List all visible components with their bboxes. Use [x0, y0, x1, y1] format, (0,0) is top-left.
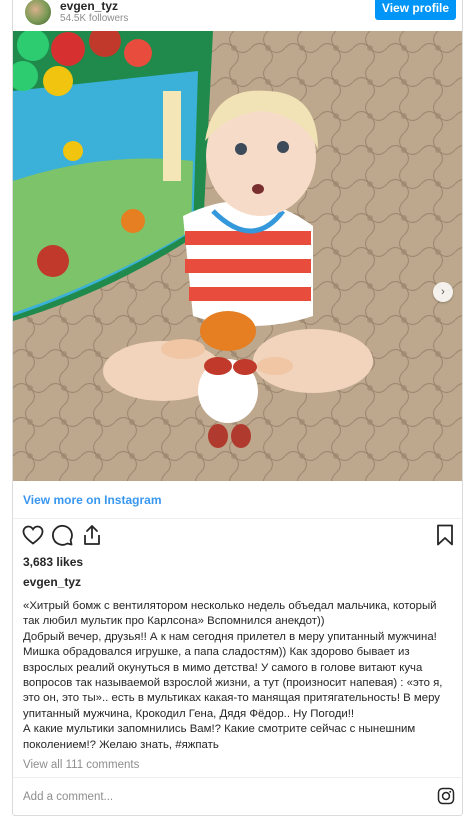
instagram-embed-card: evgen_tyz 54.5K followers View profile ›…: [12, 0, 463, 816]
bookmark-icon[interactable]: [433, 523, 457, 547]
comment-icon[interactable]: [50, 523, 74, 547]
caption-line: Мишка обрадовался игрушке, а папа сладос…: [23, 646, 410, 659]
follower-count: 54.5K followers: [60, 13, 129, 24]
instagram-logo-icon[interactable]: [437, 787, 455, 805]
avatar[interactable]: [25, 0, 51, 25]
view-all-comments-link[interactable]: View all 111 comments: [23, 759, 139, 771]
caption-line: Добрый вечер, друзья!! А к нам сегодня п…: [23, 630, 437, 643]
heart-icon[interactable]: [21, 523, 45, 547]
caption-line: это он, это ты».. есть в мультиках какая…: [23, 692, 441, 705]
post-photo[interactable]: ›: [13, 31, 462, 481]
share-icon[interactable]: [80, 523, 104, 547]
carousel-next-button[interactable]: ›: [433, 282, 453, 302]
comment-bar: [13, 777, 462, 815]
like-count[interactable]: 3,683 likes: [23, 555, 83, 569]
add-comment-input[interactable]: [23, 789, 403, 805]
caption-text: «Хитрый бомж с вентилятором несколько не…: [23, 599, 455, 753]
view-profile-button[interactable]: View profile: [375, 0, 456, 20]
caption-line: «Хитрый бомж с вентилятором несколько не…: [23, 600, 437, 612]
username[interactable]: evgen_tyz: [60, 0, 118, 13]
post-header: evgen_tyz 54.5K followers View profile: [13, 0, 462, 29]
caption-line: вопросов так называемой взрослой жизни, …: [23, 677, 443, 690]
caption-line: А какие мультики запомнились Вам!? Какие…: [23, 723, 416, 736]
photo-image: [13, 31, 462, 481]
caption-line: так любил мультик про Карлсона» Вспомнил…: [23, 615, 325, 628]
caption-line: поколением!? Желаю знать, #яжпать: [23, 738, 219, 751]
view-more-section: View more on Instagram: [13, 481, 462, 519]
view-more-link[interactable]: View more on Instagram: [23, 493, 162, 507]
caption-line: взрослых реалий окунуться в мимо детства…: [23, 661, 423, 674]
caption-username[interactable]: evgen_tyz: [23, 575, 81, 589]
action-bar: [13, 523, 462, 549]
caption-line: упитанный мужчина, Крокодил Гена, Дядя Ф…: [23, 707, 355, 720]
